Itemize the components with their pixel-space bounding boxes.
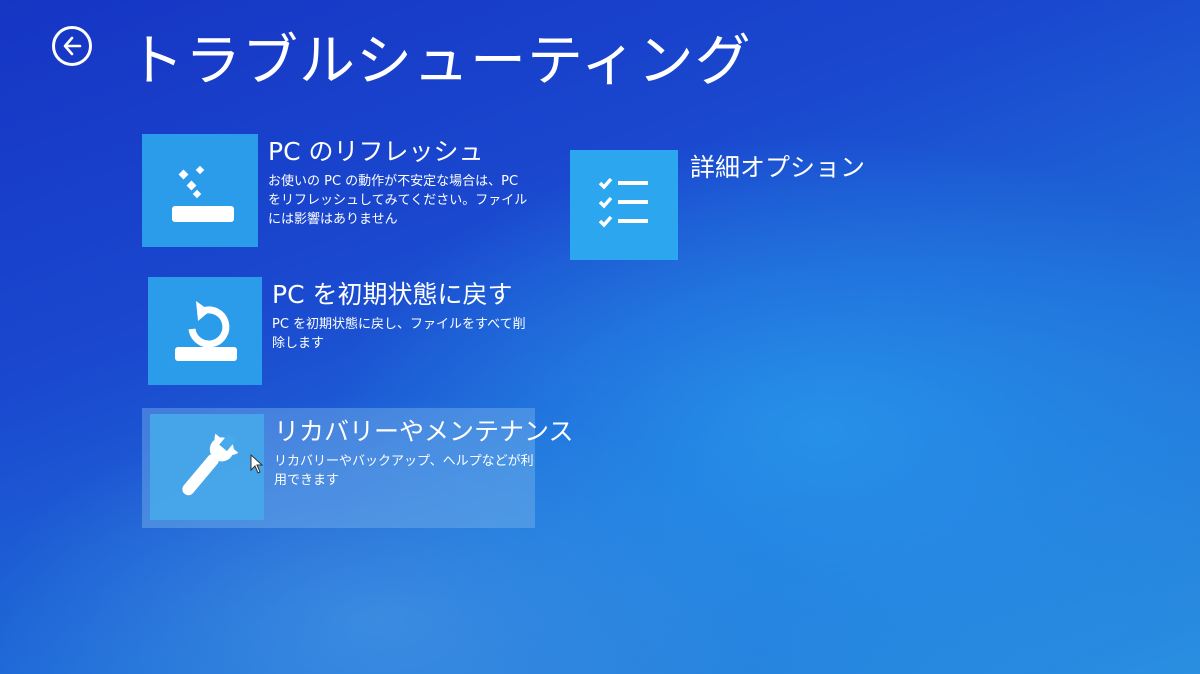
refresh-pc-tile[interactable]: PC のリフレッシュ お使いの PC の動作が不安定な場合は、PC をリフレッシ… bbox=[142, 134, 530, 247]
tile-title: PC のリフレッシュ bbox=[268, 137, 484, 166]
refresh-drive-icon bbox=[142, 134, 258, 247]
reset-drive-icon bbox=[148, 277, 262, 385]
tile-title: PC を初期状態に戻す bbox=[272, 280, 513, 309]
tile-description: PC を初期状態に戻し、ファイルをすべて削除します bbox=[272, 317, 526, 351]
mouse-pointer-icon bbox=[250, 454, 264, 474]
advanced-options-tile[interactable]: 詳細オプション bbox=[570, 150, 865, 260]
tile-title: リカバリーやメンテナンス bbox=[274, 417, 574, 446]
page-title: トラブルシューティング bbox=[128, 29, 752, 94]
recovery-maintenance-tile[interactable]: リカバリーやメンテナンス リカバリーやバックアップ、ヘルプなどが利用できます bbox=[142, 408, 574, 528]
back-arrow-icon bbox=[63, 36, 82, 56]
wrench-icon bbox=[150, 414, 264, 520]
tile-title: 詳細オプション bbox=[690, 153, 866, 182]
tile-description: リカバリーやバックアップ、ヘルプなどが利用できます bbox=[274, 454, 534, 488]
checklist-icon bbox=[570, 150, 678, 260]
reset-pc-tile[interactable]: PC を初期状態に戻す PC を初期状態に戻し、ファイルをすべて削除します bbox=[148, 277, 534, 385]
back-button[interactable] bbox=[52, 26, 92, 66]
tile-description: お使いの PC の動作が不安定な場合は、PC をリフレッシュしてみてください。フ… bbox=[268, 174, 528, 227]
